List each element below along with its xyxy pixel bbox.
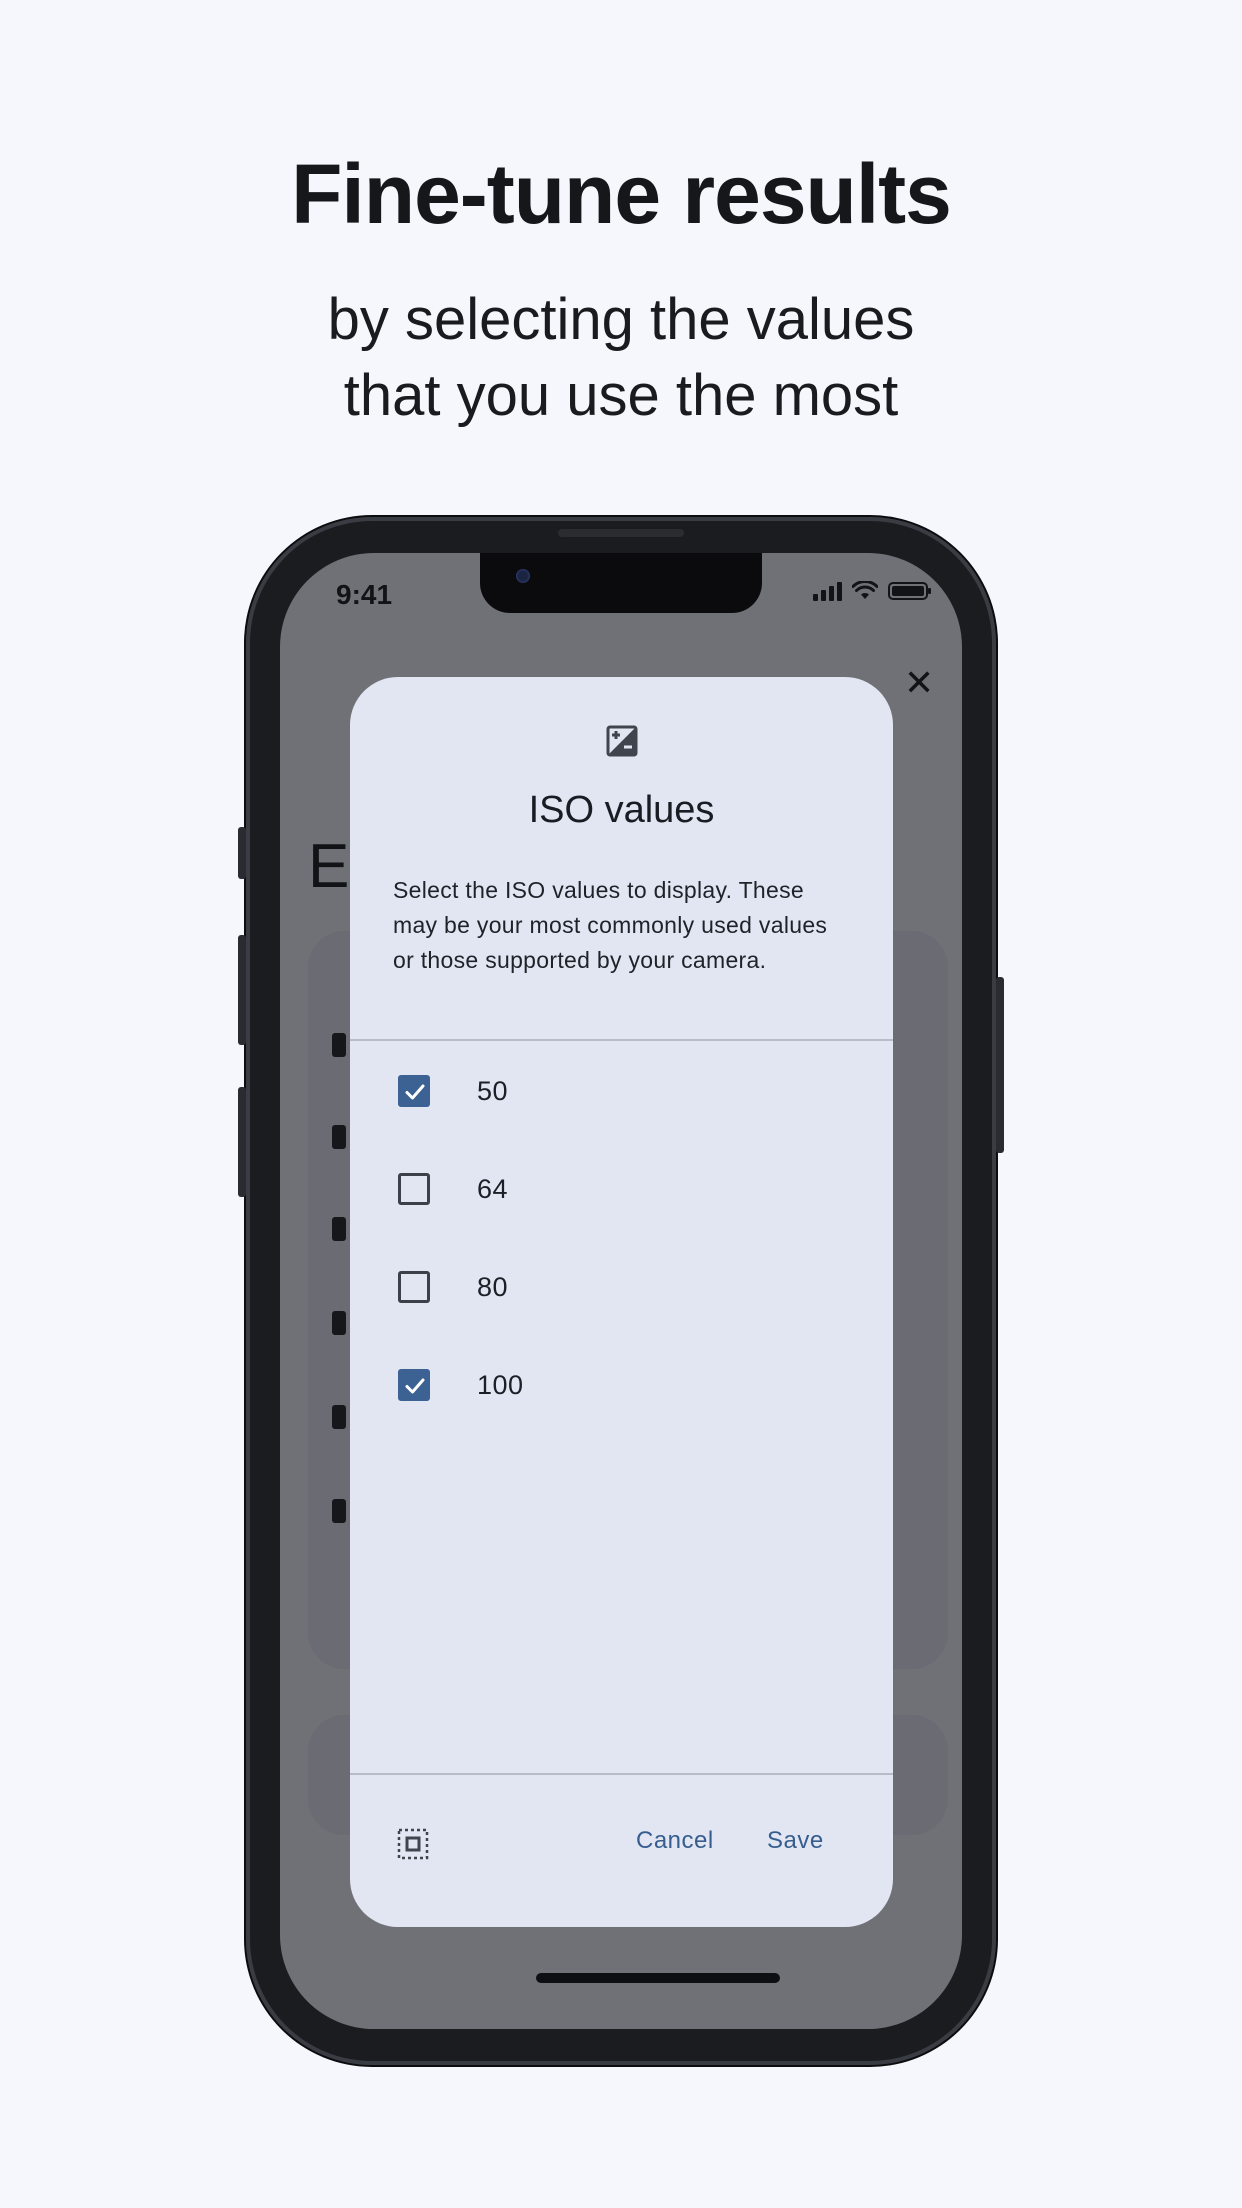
check-icon: [405, 1378, 425, 1394]
background-title: E: [308, 832, 350, 901]
status-icons: [813, 581, 931, 601]
iso-checkbox[interactable]: [398, 1075, 430, 1107]
iso-option-row[interactable]: 80: [350, 1271, 893, 1385]
exposure-icon: [606, 725, 638, 757]
speaker-grille: [558, 529, 684, 537]
background-row-icon: [332, 1405, 346, 1429]
iso-options-list[interactable]: 506480100125160200250: [350, 1041, 893, 1449]
iso-values-dialog: ISO values Select the ISO values to disp…: [350, 677, 893, 1927]
phone-volume-down-button: [238, 1087, 246, 1197]
phone-volume-up-button: [238, 935, 246, 1045]
phone-action-button: [238, 827, 246, 879]
select-all-icon[interactable]: [397, 1828, 429, 1860]
front-camera: [516, 569, 530, 583]
iso-option-label: 50: [477, 1076, 509, 1106]
iso-option-label: 64: [477, 1174, 509, 1204]
cellular-signal-icon: [813, 581, 842, 601]
check-icon: [405, 1084, 425, 1100]
save-button[interactable]: Save: [767, 1827, 824, 1855]
wifi-icon: [852, 581, 878, 599]
dialog-title: ISO values: [528, 789, 715, 831]
phone-power-button: [996, 977, 1004, 1153]
background-row-icon: [332, 1033, 346, 1057]
headline: Fine-tune results: [291, 147, 952, 241]
dialog-description: Select the ISO values to display. These …: [393, 877, 828, 973]
divider: [350, 1773, 893, 1775]
battery-icon: [888, 582, 931, 600]
iso-checkbox[interactable]: [398, 1173, 430, 1205]
status-time: 9:41: [336, 579, 393, 610]
iso-option-label: 80: [477, 1272, 509, 1302]
background-row-icon: [332, 1311, 346, 1335]
home-indicator: [536, 1973, 780, 1983]
cancel-button[interactable]: Cancel: [636, 1827, 714, 1855]
close-icon[interactable]: ✕: [904, 665, 934, 701]
subheadline-line-1: by selecting the values: [327, 287, 915, 352]
iso-option-row[interactable]: 50: [350, 1075, 893, 1189]
background-row-icon: [332, 1217, 346, 1241]
notch: [480, 553, 762, 613]
subheadline: by selecting the values that you use the…: [0, 282, 1242, 434]
background-row-icon: [332, 1125, 346, 1149]
background-row-icon: [332, 1499, 346, 1523]
iso-checkbox[interactable]: [398, 1271, 430, 1303]
iso-option-label: 100: [477, 1370, 524, 1400]
iso-checkbox[interactable]: [398, 1369, 430, 1401]
iso-option-row[interactable]: 100: [350, 1369, 893, 1449]
iso-option-row[interactable]: 64: [350, 1173, 893, 1287]
subheadline-line-2: that you use the most: [343, 363, 899, 428]
